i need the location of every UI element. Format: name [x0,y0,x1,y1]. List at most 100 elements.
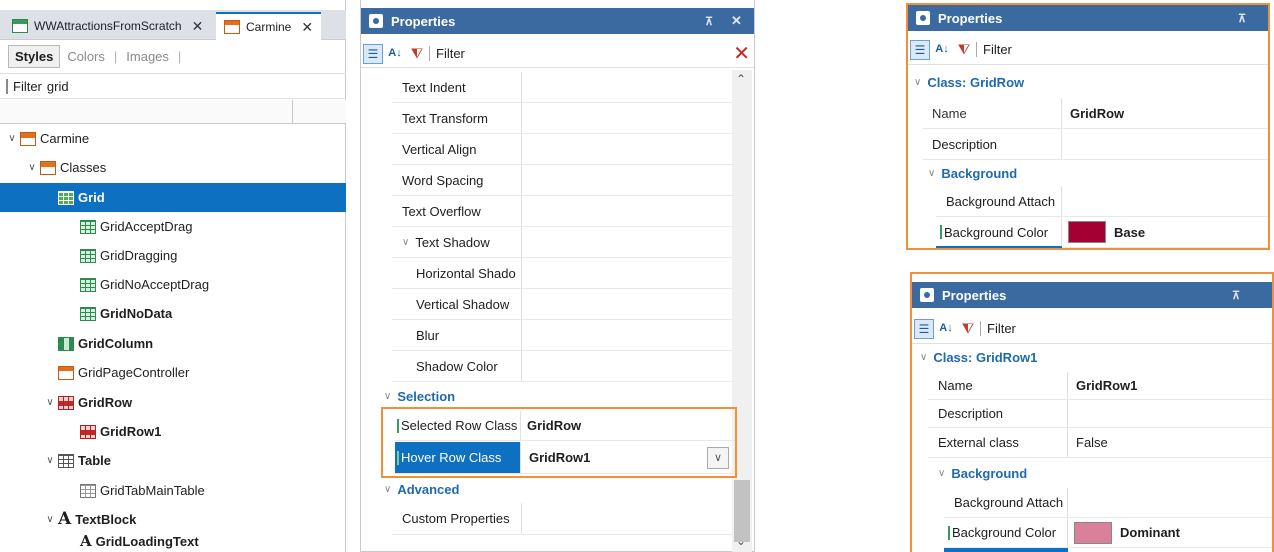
color-swatch[interactable] [1068,221,1106,243]
prop-value[interactable] [522,258,528,288]
filter-input[interactable]: grid [47,79,69,94]
clear-filter-icon[interactable]: ✕ [733,41,750,66]
chevron-down-icon[interactable]: ∨ [938,468,945,479]
categorized-icon[interactable]: ☰ [363,43,383,64]
pin-icon[interactable]: ⊼ [1232,289,1240,302]
prop-row-vertical-align[interactable]: Vertical Align [392,134,732,165]
prop-row-shadow-color[interactable]: Shadow Color [392,351,732,382]
prop-row-background-color[interactable]: Background Color Base [936,217,1268,248]
section-advanced[interactable]: ∨ Advanced [384,477,459,501]
prop-value[interactable] [522,227,528,257]
pin-icon[interactable]: ⊼ [1238,12,1246,25]
prop-row-vertical-shadow[interactable]: Vertical Shadow [392,289,732,320]
section-selection[interactable]: ∨ Selection [384,384,455,408]
filter-input[interactable]: Filter [429,46,465,61]
filter-icon[interactable]: ⧨ [954,40,974,60]
prop-value[interactable]: GridRow [1062,98,1124,128]
prop-row-background-attach[interactable]: Background Attach [944,488,1272,518]
chevron-down-icon[interactable]: ∨ [44,514,56,525]
prop-value[interactable] [522,165,528,195]
filter-icon[interactable]: ⧨ [407,44,427,64]
prop-value[interactable] [522,196,528,226]
tree-item-gridrow1[interactable]: GridRow1 [0,417,346,446]
prop-value[interactable] [522,72,528,102]
prop-row-text-indent[interactable]: Text Indent [392,72,732,103]
tree-item-gridacceptdrag[interactable]: GridAcceptDrag [0,212,346,241]
filter-input[interactable]: Filter [976,42,1012,57]
prop-row-external-class[interactable]: External class False [928,428,1272,458]
tree-item-gridpagecontroller[interactable]: GridPageController [0,358,346,387]
chevron-down-icon[interactable]: ∨ [384,484,391,495]
tree-item-gridnoacceptdrag[interactable]: GridNoAcceptDrag [0,270,346,299]
prop-value[interactable]: GridRow1 [521,442,590,473]
prop-value[interactable] [1068,488,1074,517]
sort-az-icon[interactable]: A↓ [932,40,952,60]
close-icon[interactable]: ✕ [192,18,204,35]
pin-icon[interactable]: ⊼ [705,15,713,28]
prop-row-background-color[interactable]: Background Color Dominant [944,518,1272,548]
prop-value[interactable] [522,134,528,164]
prop-value[interactable] [1062,129,1068,159]
chevron-down-icon[interactable]: ∨ [402,237,409,248]
prop-row-description[interactable]: Description [922,129,1268,160]
prop-row-text-shadow[interactable]: ∨ Text Shadow [392,227,732,258]
tree-item-grid[interactable]: Grid [0,183,346,212]
color-swatch[interactable] [1074,521,1112,544]
prop-value[interactable] [522,320,528,350]
scroll-down-icon[interactable]: ⌄ [736,534,746,548]
filter-input[interactable]: Filter [980,321,1016,336]
section-background[interactable]: ∨ Background [928,162,1017,184]
categorized-icon[interactable]: ☰ [910,39,930,60]
prop-value[interactable] [522,289,528,319]
prop-value[interactable] [1062,186,1068,216]
prop-value[interactable]: Base [1062,217,1145,247]
prop-value[interactable]: GridRow [521,411,581,440]
chevron-down-icon[interactable]: ∨ [44,455,56,466]
tab-styles[interactable]: Styles [8,44,61,68]
sort-az-icon[interactable]: A↓ [936,319,956,339]
filter-icon[interactable]: ⧨ [958,319,978,339]
prop-row-background-attach[interactable]: Background Attach [936,186,1268,217]
prop-row-word-spacing[interactable]: Word Spacing [392,165,732,196]
chevron-down-icon[interactable]: ∨ [44,397,56,408]
chevron-down-icon[interactable]: ∨ [928,168,935,179]
tree-item-textblock[interactable]: ∨ A TextBlock [0,505,346,534]
chevron-down-icon[interactable]: ∨ [6,133,18,144]
tree-item-gridtabmaintable[interactable]: GridTabMainTable [0,476,346,505]
prop-row-custom-properties[interactable]: Custom Properties [392,503,732,535]
prop-row-text-transform[interactable]: Text Transform [392,103,732,134]
tab-colors[interactable]: Colors [60,45,112,68]
scroll-up-icon[interactable]: ⌃ [736,72,746,86]
tree-item-table[interactable]: ∨ Table [0,446,346,475]
prop-value[interactable] [522,351,528,381]
tree-item-classes[interactable]: ∨ Classes [0,153,346,182]
tree-item-griddragging[interactable]: GridDragging [0,241,346,270]
prop-value[interactable] [1068,400,1074,427]
prop-row-blur[interactable]: Blur [392,320,732,351]
prop-value[interactable]: Dominant [1068,518,1180,547]
sort-az-icon[interactable]: A↓ [385,44,405,64]
chevron-down-icon[interactable]: ∨ [914,77,921,88]
prop-value[interactable] [522,503,528,534]
prop-row-name[interactable]: Name GridRow [922,98,1268,129]
tab-carmine[interactable]: Carmine ✕ [216,12,322,40]
tree-item-gridcolumn[interactable]: GridColumn [0,329,346,358]
section-background[interactable]: ∨ Background [938,462,1027,484]
prop-value[interactable]: GridRow1 [1068,372,1137,399]
tree-item-gridnodata[interactable]: GridNoData [0,299,346,328]
prop-value[interactable]: False [1068,428,1108,457]
scrollbar[interactable]: ⌃ ⌄ [732,70,752,552]
prop-row-selected-row-class[interactable]: Selected Row Class GridRow [395,411,735,441]
tree-item-gridrow[interactable]: ∨ GridRow [0,388,346,417]
close-icon[interactable]: ✕ [301,19,313,36]
class-header[interactable]: ∨ Class: GridRow [914,71,1024,93]
dropdown-arrow-icon[interactable]: ∨ [707,447,729,469]
tab-wwattractions[interactable]: WWAttractionsFromScratch ✕ [4,12,211,40]
prop-value[interactable] [522,103,528,133]
prop-row-text-overflow[interactable]: Text Overflow [392,196,732,227]
tab-images[interactable]: Images [119,45,176,68]
chevron-down-icon[interactable]: ∨ [920,352,927,363]
chevron-down-icon[interactable]: ∨ [384,391,391,402]
tree-item-carmine[interactable]: ∨ Carmine [0,124,346,153]
scrollbar-thumb[interactable] [734,480,750,542]
